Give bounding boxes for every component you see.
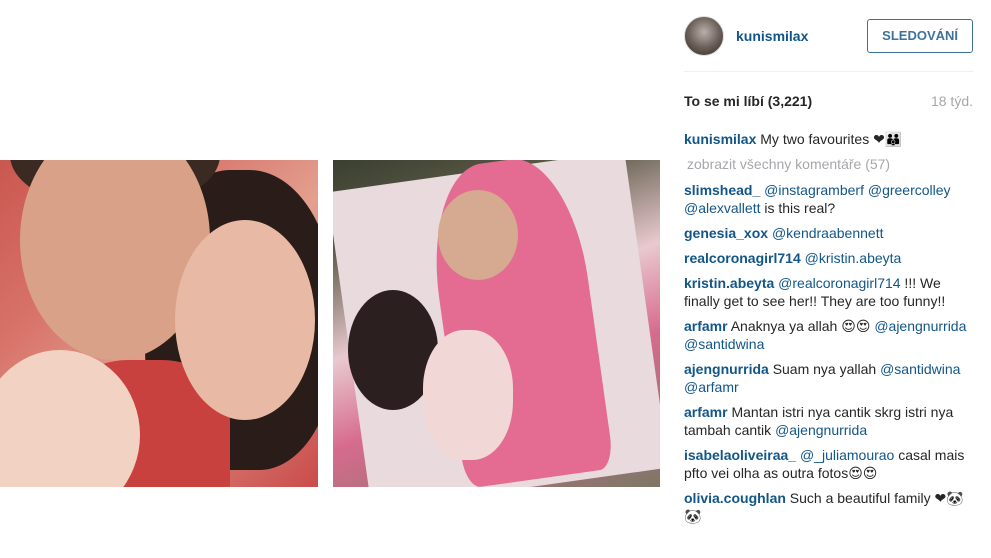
caption-username[interactable]: kunismilax (684, 131, 756, 147)
comment-mention[interactable]: @arfamr (684, 379, 739, 395)
view-all-comments-link[interactable]: zobrazit všechny komentáře (57) (684, 155, 973, 173)
comment-item: kristin.abeyta @realcoronagirl714 !!! We… (684, 274, 973, 310)
comment-mention[interactable]: @ajengnurrida (874, 318, 966, 334)
comment-mention[interactable]: @ajengnurrida (775, 422, 867, 438)
likes-count[interactable]: To se mi líbí (3,221) (684, 93, 812, 109)
photo-face-shape (175, 220, 315, 420)
comment-item: ajengnurrida Suam nya yallah @santidwina… (684, 360, 973, 396)
post-header: kunismilax SLEDOVÁNÍ (684, 0, 973, 72)
comment-mention[interactable]: @kristin.abeyta (805, 250, 902, 266)
comment-mention[interactable]: @kendraabennett (772, 225, 884, 241)
comment-mention[interactable]: @instagramberf (764, 182, 864, 198)
follow-button[interactable]: SLEDOVÁNÍ (867, 18, 973, 53)
comment-item: arfamr Mantan istri nya cantik skrg istr… (684, 403, 973, 439)
comment-mention[interactable]: @santidwina (880, 361, 960, 377)
comment-mention[interactable]: @realcoronagirl714 (778, 275, 900, 291)
post-age[interactable]: 18 týd. (931, 93, 973, 109)
caption: kunismilax My two favourites ❤👪 (684, 130, 973, 148)
comment-item: slimshead_ @instagramberf @greercolley @… (684, 181, 973, 217)
comment-username[interactable]: olivia.coughlan (684, 490, 786, 506)
comment-username[interactable]: kristin.abeyta (684, 275, 774, 291)
photo-face-shape (438, 190, 518, 280)
comment-mention[interactable]: @alexvallett (684, 200, 760, 216)
comment-username[interactable]: arfamr (684, 318, 728, 334)
comment-item: genesia_xox @kendraabennett (684, 224, 973, 242)
avatar[interactable] (684, 15, 724, 56)
author-username[interactable]: kunismilax (736, 28, 808, 44)
comment-text: Suam nya yallah (772, 361, 881, 377)
photo-left (0, 160, 318, 487)
post-sidebar: kunismilax SLEDOVÁNÍ To se mi líbí (3,22… (666, 0, 991, 558)
comment-item: realcoronagirl714 @kristin.abeyta (684, 249, 973, 267)
comment-mention[interactable]: @_juliamourao (800, 447, 894, 463)
comments-list: kunismilax My two favourites ❤👪 zobrazit… (684, 130, 973, 525)
comment-text: Anaknya ya allah 😍😍 (730, 318, 875, 334)
comment-username[interactable]: genesia_xox (684, 225, 768, 241)
comment-username[interactable]: arfamr (684, 404, 728, 420)
comment-mention[interactable]: @greercolley (868, 182, 951, 198)
comment-username[interactable]: slimshead_ (684, 182, 760, 198)
comment-username[interactable]: realcoronagirl714 (684, 250, 801, 266)
post-media (0, 0, 666, 558)
comment-item: olivia.coughlan Such a beautiful family … (684, 489, 973, 525)
photo-right (333, 160, 660, 487)
comment-mention[interactable]: @santidwina (684, 336, 764, 352)
comment-item: arfamr Anaknya ya allah 😍😍 @ajengnurrida… (684, 317, 973, 353)
photo-face-shape (423, 330, 513, 460)
comment-username[interactable]: isabelaoliveiraa_ (684, 447, 796, 463)
caption-text: My two favourites ❤👪 (760, 131, 903, 147)
comment-text: is this real? (760, 200, 836, 216)
comment-container: slimshead_ @instagramberf @greercolley @… (684, 181, 973, 525)
comment-item: isabelaoliveiraa_ @_juliamourao casal ma… (684, 446, 973, 482)
post-stats: To se mi líbí (3,221) 18 týd. (684, 72, 973, 130)
comment-username[interactable]: ajengnurrida (684, 361, 769, 377)
